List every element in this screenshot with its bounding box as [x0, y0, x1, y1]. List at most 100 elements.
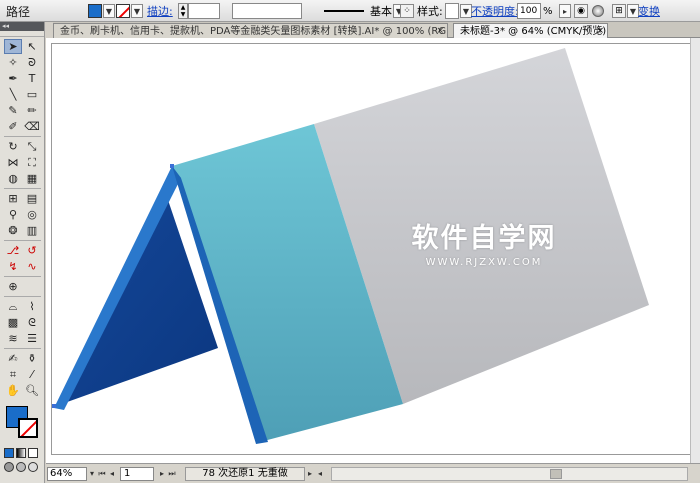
path-eraser-icon[interactable]: ↯	[4, 259, 22, 274]
column-graph-tool-icon[interactable]: ▥	[23, 223, 41, 238]
chevron-down-icon[interactable]: ▼	[103, 4, 115, 18]
eraser-tool-icon[interactable]: ⌫	[23, 119, 41, 134]
shape-builder-tool-icon[interactable]: ◍	[4, 171, 22, 186]
grid-icon[interactable]: ⁘	[400, 4, 414, 18]
graphic-style-picker[interactable]: ▼	[445, 0, 472, 22]
scale-tool-icon[interactable]: ⤡	[23, 139, 41, 154]
transform-align-button[interactable]: ⁘	[400, 0, 414, 22]
width-tool-icon[interactable]: ⋈	[4, 155, 22, 170]
graphic-style-swatch[interactable]	[445, 3, 459, 19]
draw-behind-icon[interactable]	[16, 462, 26, 472]
align-button[interactable]: ⊞ ▼	[612, 0, 639, 22]
transform-link[interactable]: 变换	[638, 0, 660, 22]
list-tool-icon[interactable]: ☰	[23, 331, 41, 346]
close-icon[interactable]: ×	[596, 24, 604, 38]
live-paint-tool-icon[interactable]: ⚱	[23, 351, 41, 366]
symbol-sprayer-tool-icon[interactable]: ❂	[4, 223, 22, 238]
stroke-link[interactable]: 描边:	[147, 0, 173, 22]
chart-tool-icon[interactable]: ▩	[4, 315, 22, 330]
opacity-dropdown[interactable]: ▸	[558, 0, 571, 22]
lasso-tool-icon[interactable]: ᘐ	[23, 55, 41, 70]
warp-tool-icon[interactable]: ⌇	[23, 299, 41, 314]
eyedropper-tool-icon[interactable]: ⚲	[4, 207, 22, 222]
zoom-field[interactable]: 64%	[47, 466, 87, 481]
fill-swatch[interactable]	[88, 4, 102, 18]
anchor-point[interactable]	[170, 164, 174, 168]
stroke-weight-input[interactable]	[188, 3, 220, 19]
recolor-icon[interactable]: ◉	[574, 4, 588, 18]
scroll-left-icon[interactable]: ◂	[315, 468, 325, 480]
anchor-point[interactable]	[52, 404, 56, 408]
brush-definition[interactable]: 基本 ▼	[318, 0, 405, 22]
circle-button[interactable]	[592, 0, 604, 22]
toolbox-collapse-bar[interactable]: ◂◂	[0, 22, 44, 31]
gradient-mode-button[interactable]	[16, 448, 26, 458]
rectangle-tool-icon[interactable]: ▭	[23, 87, 41, 102]
opacity-link[interactable]: 不透明度:	[471, 0, 519, 22]
rotate-tool-icon[interactable]: ↻	[4, 139, 22, 154]
scrollbar-thumb[interactable]	[550, 468, 562, 479]
stroke-color-picker[interactable]: ▼	[116, 0, 143, 22]
envelope-tool-icon[interactable]: ⌓	[4, 299, 22, 314]
free-transform-tool-icon[interactable]: ⛶	[23, 155, 41, 170]
fill-color-picker[interactable]: ▼	[88, 0, 115, 22]
selection-tool-icon[interactable]: ➤	[4, 39, 22, 54]
none-mode-button[interactable]	[28, 448, 38, 458]
variable-width-profile[interactable]	[232, 0, 302, 22]
next-artboard-icon[interactable]: ▸	[157, 468, 167, 480]
opacity-field[interactable]: 100 %	[517, 0, 553, 22]
draw-inside-icon[interactable]	[28, 462, 38, 472]
magic-wand-tool-icon[interactable]: ✧	[4, 55, 22, 70]
knife-tool-icon[interactable]: ⁄	[23, 367, 41, 382]
blob-brush-tool-icon[interactable]: ✐	[4, 119, 22, 134]
gradient-tool-icon[interactable]: ▤	[23, 191, 41, 206]
stroke-weight-field[interactable]: ▲ ▼	[178, 0, 220, 22]
pencil-tool-icon[interactable]: ✏	[23, 103, 41, 118]
hand-tool-icon[interactable]: ✋	[4, 383, 22, 398]
artboard-number-field[interactable]: 1	[120, 466, 154, 481]
recolor-button[interactable]: ◉	[574, 0, 588, 22]
tab-document-1[interactable]: 金币、刷卡机、信用卡、提款机、PDA等金融类矢量图标素材 [转换].AI* @ …	[53, 23, 448, 38]
direct-selection-tool-icon[interactable]: ↖	[23, 39, 41, 54]
chevron-right-icon[interactable]: ▸	[559, 4, 571, 18]
paintbrush-tool-icon[interactable]: ✎	[4, 103, 22, 118]
line-tool-icon[interactable]: ╲	[4, 87, 22, 102]
stroke-none-swatch[interactable]	[116, 4, 130, 18]
zoom-tool-icon[interactable]: 🔍︎	[23, 383, 41, 398]
stroke-well[interactable]	[18, 418, 38, 438]
twirl-tool-icon[interactable]: ᘓ	[23, 315, 41, 330]
pen-tool-icon[interactable]: ✒	[4, 71, 22, 86]
opacity-input[interactable]: 100	[517, 3, 541, 19]
close-icon[interactable]: ×	[436, 24, 444, 38]
draw-normal-icon[interactable]	[4, 462, 14, 472]
first-artboard-icon[interactable]: ⏮	[97, 468, 107, 480]
slice-tool-icon[interactable]: ↺	[23, 243, 41, 258]
previous-artboard-icon[interactable]: ◂	[107, 468, 117, 480]
vertical-scrollbar[interactable]	[690, 38, 700, 463]
stroke-weight-spinner[interactable]: ▲ ▼	[178, 3, 188, 19]
align-grid-icon[interactable]: ⊞	[612, 4, 626, 18]
eyedropper-alt-icon[interactable]: ✍	[4, 351, 22, 366]
blend-tool-icon[interactable]: ◎	[23, 207, 41, 222]
type-tool-icon[interactable]: T	[23, 71, 41, 86]
artboard-tool-icon[interactable]: ⎇	[4, 243, 22, 258]
tent-card-artwork[interactable]	[46, 38, 700, 463]
last-artboard-icon[interactable]: ⏭	[167, 468, 177, 480]
status-menu-icon[interactable]: ▸	[305, 468, 315, 480]
crosshair-tool-icon[interactable]: ⊕	[4, 279, 22, 294]
horizontal-scrollbar[interactable]	[331, 466, 688, 481]
chevron-down-icon[interactable]: ▾	[87, 468, 97, 480]
globe-icon[interactable]	[592, 5, 604, 17]
canvas[interactable]: 软件自学网 WWW.RJZXW.COM	[46, 38, 700, 463]
tab-document-2[interactable]: 未标题-3* @ 64% (CMYK/预览) ×	[453, 23, 608, 38]
tool-divider	[4, 276, 41, 277]
color-mode-button[interactable]	[4, 448, 14, 458]
wave-path-icon[interactable]: ∿	[23, 259, 41, 274]
mesh-tool-icon[interactable]: ⊞	[4, 191, 22, 206]
crop-tool-icon[interactable]: ⌗	[4, 367, 22, 382]
scallop-tool-icon[interactable]: ≋	[4, 331, 22, 346]
chevron-down-icon[interactable]: ▼	[131, 4, 143, 18]
variable-width-input[interactable]	[232, 3, 302, 19]
history-status[interactable]: 78 次还原1 无重做	[185, 466, 305, 481]
perspective-grid-tool-icon[interactable]: ▦	[23, 171, 41, 186]
